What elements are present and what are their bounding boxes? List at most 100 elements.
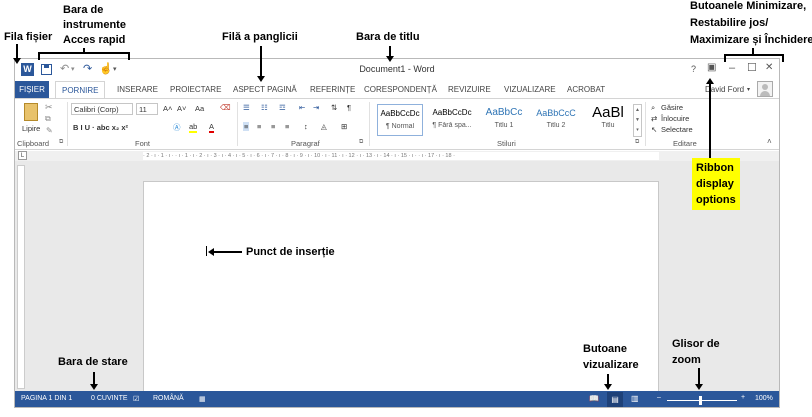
sort-icon[interactable]: ⇅ — [331, 103, 337, 112]
decrease-indent-icon[interactable]: ⇤ — [299, 103, 305, 112]
align-left-icon[interactable]: ≡ — [243, 122, 250, 131]
grow-font-icon[interactable]: A˄ — [163, 104, 172, 113]
avatar[interactable] — [757, 81, 773, 97]
style-no-spacing[interactable]: AaBbCcDc ¶ Fără spa... — [429, 104, 475, 136]
shading-icon[interactable]: ◬ — [321, 122, 327, 131]
document-page[interactable] — [143, 181, 659, 393]
annotation-view-buttons-line-1: Butoane — [583, 343, 627, 355]
tab-file[interactable]: FIȘIER — [15, 81, 49, 98]
annotation-window-buttons-line-1: Butoanele Minimizare, — [690, 0, 807, 12]
status-bar: PAGINA 1 DIN 1 0 CUVINTE ☑ ROMÂNĂ ▦ 📖 ▤ … — [15, 391, 779, 407]
annotation-ribbon-display-line-3: options — [696, 194, 736, 206]
ribbon: Lipire ✂ ⧉ ✎ Clipboard ⧉ Calibri (Corp) … — [15, 98, 779, 150]
tab-design[interactable]: PROIECTARE — [164, 81, 227, 98]
word-window: W ↶ ▾ ↷ ☝ ▾ Document1 - Word ? ▣ – ☐ ✕ F… — [14, 58, 780, 408]
font-format-buttons[interactable]: B I U · abc x₂ x² — [73, 123, 128, 132]
arrow-ribbon-tab-head — [257, 76, 265, 82]
line-spacing-icon[interactable]: ↕ — [304, 122, 308, 131]
find-button[interactable]: Găsire — [661, 103, 683, 112]
bullets-icon[interactable]: ☰ — [243, 103, 250, 112]
clipboard-launcher-icon[interactable]: ⧉ — [59, 139, 63, 146]
tab-view[interactable]: VIZUALIZARE — [498, 81, 562, 98]
zoom-slider-thumb[interactable] — [699, 396, 702, 405]
macro-icon[interactable]: ▦ — [199, 395, 206, 403]
styles-scroll[interactable]: ▲ ▼ ▾ — [633, 104, 642, 137]
arrow-ribbon-display — [709, 82, 711, 158]
font-name-select[interactable]: Calibri (Corp) — [71, 103, 133, 115]
tab-mailings[interactable]: CORESPONDENȚĂ — [358, 81, 443, 98]
tab-page-layout[interactable]: ASPECT PAGINĂ — [227, 81, 303, 98]
style-normal[interactable]: AaBbCcDc ¶ Normal — [377, 104, 423, 136]
text-effects-icon[interactable]: Ⓐ — [173, 122, 181, 133]
align-right-icon[interactable]: ≡ — [271, 122, 275, 131]
page-count[interactable]: PAGINA 1 DIN 1 — [21, 395, 72, 402]
paste-button[interactable]: Lipire — [22, 124, 40, 133]
help-button[interactable]: ? — [691, 64, 696, 74]
word-count[interactable]: 0 CUVINTE — [91, 395, 128, 402]
clear-formatting-icon[interactable]: ⌫ — [220, 103, 231, 112]
replace-icon[interactable]: ⇄ — [651, 114, 657, 123]
arrow-title-bar-head — [386, 56, 394, 62]
shrink-font-icon[interactable]: A˅ — [177, 104, 186, 113]
style-heading-2[interactable]: AaBbCcC Titlu 2 — [533, 104, 579, 136]
vertical-ruler[interactable] — [17, 165, 25, 389]
annotation-zoom-slider-line-1: Glisor de — [672, 338, 720, 350]
language-indicator[interactable]: ROMÂNĂ — [153, 395, 184, 402]
zoom-out-button[interactable]: – — [657, 394, 661, 401]
font-color-icon[interactable]: A — [209, 122, 215, 133]
font-group-label: Font — [135, 139, 151, 148]
tab-insert[interactable]: INSERARE — [111, 81, 164, 98]
tab-acrobat[interactable]: ACROBAT — [561, 81, 611, 98]
close-button[interactable]: ✕ — [765, 62, 773, 73]
annotation-window-buttons-line-3: Maximizare și Închidere — [690, 34, 812, 46]
paste-icon[interactable] — [24, 103, 38, 121]
styles-launcher-icon[interactable]: ⧉ — [635, 139, 639, 146]
arrow-insertion-point — [212, 251, 242, 253]
proofing-icon[interactable]: ☑ — [133, 395, 139, 403]
annotation-qat-line-2: instrumente — [63, 19, 126, 31]
zoom-level[interactable]: 100% — [755, 395, 773, 402]
annotation-qat: Bara de instrumente Acces rapid — [63, 3, 126, 48]
paragraph-launcher-icon[interactable]: ⧉ — [359, 139, 363, 146]
format-painter-icon[interactable]: ✎ — [46, 126, 53, 135]
select-icon[interactable]: ↖ — [651, 125, 657, 134]
print-layout-icon[interactable]: ▤ — [607, 392, 623, 407]
borders-icon[interactable]: ⊞ — [341, 122, 347, 131]
restore-button[interactable]: ☐ — [747, 61, 757, 74]
ribbon-display-options-button[interactable]: ▣ — [707, 62, 716, 73]
minimize-button[interactable]: – — [729, 62, 735, 74]
horizontal-ruler[interactable]: · 2 · ı · 1 · ı · · ı · 1 · ı · 2 · ı · … — [143, 152, 659, 160]
highlight-color-icon[interactable]: ab — [189, 122, 198, 133]
ruler-area: L · 2 · ı · 1 · ı · · ı · 1 · ı · 2 · ı … — [15, 151, 779, 161]
select-button[interactable]: Selectare — [661, 125, 693, 134]
cut-icon[interactable]: ✂ — [45, 102, 53, 113]
tab-review[interactable]: REVIZUIRE — [442, 81, 497, 98]
zoom-slider[interactable] — [667, 400, 737, 401]
find-icon[interactable]: ⌕ — [651, 103, 655, 113]
numbering-icon[interactable]: ☷ — [261, 103, 268, 112]
tab-references[interactable]: REFERINȚE — [304, 81, 361, 98]
replace-button[interactable]: Înlocuire — [661, 114, 689, 123]
increase-indent-icon[interactable]: ⇥ — [313, 103, 319, 112]
tab-selector-icon[interactable]: L — [18, 151, 27, 160]
arrow-zoom-slider-head — [695, 384, 703, 390]
ribbon-tabs: FIȘIER PORNIRE INSERARE PROIECTARE ASPEC… — [15, 81, 779, 99]
collapse-ribbon-icon[interactable]: ˄ — [767, 137, 772, 146]
style-heading-1[interactable]: AaBbCc Titlu 1 — [481, 104, 527, 136]
annotation-window-buttons-line-2: Restabilire jos/ — [690, 17, 769, 29]
read-mode-icon[interactable]: 📖 — [589, 394, 599, 403]
justify-icon[interactable]: ≡ — [285, 122, 289, 131]
style-title[interactable]: AaBl Titlu — [585, 104, 631, 136]
web-layout-icon[interactable]: ▥ — [631, 394, 639, 403]
zoom-in-button[interactable]: + — [741, 394, 745, 401]
arrow-ribbon-tab — [260, 46, 262, 78]
tab-home[interactable]: PORNIRE — [55, 81, 106, 99]
user-dropdown-icon[interactable]: ▾ — [747, 86, 750, 93]
multilevel-list-icon[interactable]: ☲ — [279, 103, 286, 112]
show-marks-icon[interactable]: ¶ — [347, 103, 351, 112]
font-size-select[interactable]: 11 — [136, 103, 158, 115]
copy-icon[interactable]: ⧉ — [45, 114, 51, 124]
title-bar: W ↶ ▾ ↷ ☝ ▾ Document1 - Word ? ▣ – ☐ ✕ — [15, 59, 779, 81]
align-center-icon[interactable]: ≡ — [257, 122, 261, 131]
change-case-button[interactable]: Aa — [195, 104, 204, 113]
